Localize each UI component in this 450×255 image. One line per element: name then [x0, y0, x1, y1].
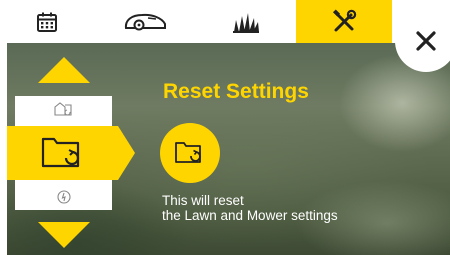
- reset-description: This will reset the Lawn and Mower setti…: [162, 193, 338, 223]
- description-line-1: This will reset: [162, 193, 244, 208]
- menu-item-reset-settings[interactable]: [7, 126, 118, 180]
- page-title: Reset Settings: [163, 80, 309, 103]
- scroll-down-button[interactable]: [38, 222, 90, 248]
- grass-icon: [233, 12, 259, 33]
- close-icon: [416, 31, 436, 51]
- reset-action-button[interactable]: [160, 123, 220, 183]
- tab-tools[interactable]: [296, 0, 392, 43]
- description-line-2: the Lawn and Mower settings: [162, 208, 338, 223]
- folder-reset-icon: [175, 142, 201, 163]
- scroll-up-button[interactable]: [38, 57, 90, 83]
- folder-reset-icon: [41, 137, 79, 168]
- mower-icon: [124, 13, 166, 30]
- lawn-reset-icon: [53, 102, 72, 116]
- tab-mower[interactable]: [94, 0, 196, 43]
- top-tab-bar: [0, 0, 450, 43]
- tab-calendar[interactable]: [0, 0, 94, 43]
- close-button[interactable]: [395, 10, 450, 72]
- factory-reset-icon: [56, 190, 71, 204]
- calendar-icon: [37, 12, 57, 32]
- menu-item-factory-reset[interactable]: [15, 184, 112, 210]
- menu-item-lawn-reset[interactable]: [15, 96, 112, 122]
- tab-grass[interactable]: [196, 0, 296, 43]
- selected-item-pointer: [118, 126, 135, 180]
- tools-icon: [332, 8, 357, 31]
